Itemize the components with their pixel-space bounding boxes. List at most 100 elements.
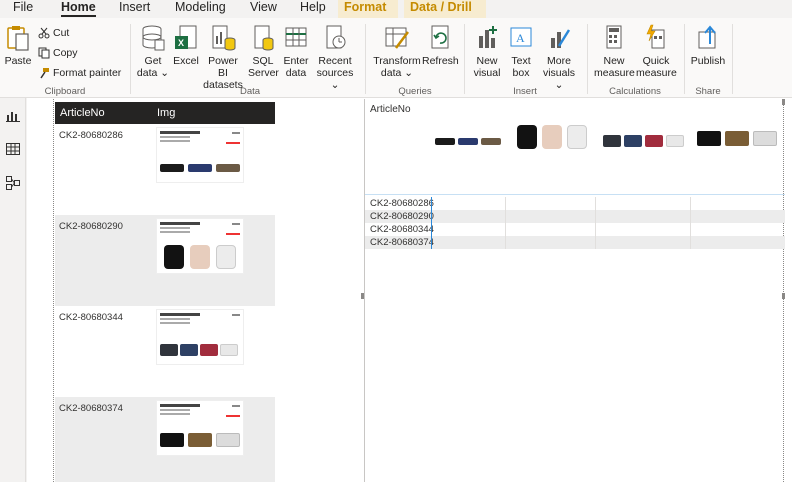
- tab-insert[interactable]: Insert: [119, 0, 150, 18]
- refresh-button[interactable]: Refresh: [422, 24, 459, 67]
- tab-home[interactable]: Home: [61, 0, 96, 18]
- resize-handle[interactable]: [782, 99, 785, 105]
- cut-label: Cut: [53, 27, 70, 39]
- publish-icon: [698, 25, 716, 49]
- column-header-img[interactable]: Img: [157, 102, 175, 124]
- paste-icon: [7, 26, 29, 51]
- new-measure-label-1: New: [603, 55, 625, 67]
- product-image: [156, 218, 244, 274]
- paste-button[interactable]: Paste: [4, 24, 32, 67]
- text-box-label-2: box: [512, 67, 530, 79]
- recent-label-2: sources ⌄: [316, 67, 354, 91]
- tab-file[interactable]: File: [13, 0, 33, 18]
- get-data-label-2: data ⌄: [136, 67, 170, 79]
- group-label-queries: Queries: [398, 86, 432, 97]
- table-row[interactable]: CK2-80680374: [55, 397, 275, 482]
- group-label-calculations: Calculations: [609, 86, 661, 97]
- text-box-button[interactable]: A Text box: [506, 24, 536, 79]
- matrix-visual[interactable]: ArticleNo CK2-80680286 CK2-80680290 CK2-…: [364, 99, 785, 482]
- paste-label: Paste: [4, 55, 32, 67]
- enter-data-button[interactable]: Enter data: [282, 24, 310, 79]
- chart-pencil-icon: [551, 29, 571, 48]
- product-image: [601, 101, 687, 155]
- quick-measure-button[interactable]: Quick measure: [636, 24, 677, 79]
- publish-button[interactable]: Publish: [690, 24, 726, 67]
- model-view-icon[interactable]: [6, 176, 20, 190]
- calculator-icon: [606, 25, 622, 49]
- product-image: [156, 400, 244, 456]
- refresh-label: Refresh: [422, 55, 459, 67]
- more-visuals-label-1: More: [547, 55, 571, 67]
- tab-data-drill[interactable]: Data / Drill: [404, 0, 486, 18]
- table-header: ArticleNo Img: [55, 102, 275, 124]
- product-image: [433, 101, 505, 155]
- matrix-row-header[interactable]: ArticleNo: [370, 104, 411, 115]
- report-view-icon[interactable]: [6, 110, 20, 122]
- matrix-row[interactable]: CK2-80680286: [365, 197, 785, 210]
- excel-label: Excel: [173, 55, 199, 67]
- dataset-icon: [212, 25, 236, 51]
- table-row[interactable]: CK2-80680290: [55, 215, 275, 306]
- more-visuals-button[interactable]: More visuals ⌄: [538, 24, 580, 91]
- data-view-icon[interactable]: [6, 143, 20, 155]
- excel-button[interactable]: X Excel: [172, 24, 200, 67]
- get-data-label-1: Get: [144, 55, 162, 67]
- copy-label: Copy: [53, 47, 78, 59]
- new-measure-button[interactable]: New measure: [594, 24, 635, 79]
- resize-handle[interactable]: [782, 293, 785, 299]
- lightning-calculator-icon: [646, 24, 665, 49]
- sql-server-icon: [254, 25, 274, 51]
- tab-help[interactable]: Help: [300, 0, 326, 18]
- enter-label-2: data: [285, 67, 307, 79]
- ribbon-separator: [684, 24, 685, 94]
- transform-label-1: Transform: [373, 55, 421, 67]
- new-visual-label-1: New: [476, 55, 498, 67]
- table-row[interactable]: CK2-80680344: [55, 306, 275, 397]
- table-visual[interactable]: ArticleNo Img CK2-80680286 CK2-80680290 …: [55, 102, 275, 482]
- refresh-icon: [431, 25, 449, 49]
- product-image: [695, 101, 781, 155]
- cut-button[interactable]: Cut: [38, 24, 69, 42]
- svg-text:X: X: [178, 38, 184, 48]
- ribbon-separator: [732, 24, 733, 94]
- ribbon: Paste Cut Copy Format painter Clipboard …: [0, 18, 792, 98]
- ribbon-separator: [130, 24, 131, 94]
- sql-label-1: SQL: [252, 55, 274, 67]
- matrix-row[interactable]: CK2-80680374: [365, 236, 785, 249]
- tab-modeling[interactable]: Modeling: [175, 0, 226, 18]
- sql-server-button[interactable]: SQL Server: [248, 24, 279, 79]
- scissors-icon: [38, 27, 50, 39]
- transform-icon: [385, 27, 409, 49]
- column-header-articleno[interactable]: ArticleNo: [60, 102, 105, 124]
- text-box-icon: A: [510, 27, 532, 47]
- format-painter-button[interactable]: Format painter: [38, 64, 121, 82]
- group-label-data: Data: [239, 86, 261, 97]
- tab-format[interactable]: Format: [338, 0, 398, 18]
- recent-sources-button[interactable]: Recent sources ⌄: [312, 24, 358, 91]
- new-visual-label-2: visual: [473, 67, 501, 79]
- table-row[interactable]: CK2-80680286: [55, 124, 275, 215]
- group-label-share: Share: [695, 86, 721, 97]
- get-data-button[interactable]: Get data ⌄: [136, 24, 170, 79]
- transform-data-button[interactable]: Transform data ⌄: [372, 24, 422, 79]
- matrix-row[interactable]: CK2-80680344: [365, 223, 785, 236]
- view-switcher-rail: [0, 98, 26, 482]
- article-number: CK2-80680286: [59, 130, 123, 141]
- powerbi-datasets-button[interactable]: Power BI datasets: [202, 24, 244, 91]
- pbi-label-1: Power BI: [208, 55, 238, 79]
- recent-label-1: Recent: [318, 55, 352, 67]
- group-label-clipboard: Clipboard: [44, 86, 86, 97]
- matrix-row[interactable]: CK2-80680290: [365, 210, 785, 223]
- excel-icon: X: [175, 25, 197, 49]
- new-visual-button[interactable]: New visual: [470, 24, 504, 79]
- copy-button[interactable]: Copy: [38, 44, 78, 62]
- resize-handle[interactable]: [361, 293, 364, 299]
- sql-label-2: Server: [248, 67, 279, 79]
- new-measure-label-2: measure: [594, 67, 635, 79]
- article-number: CK2-80680374: [59, 403, 123, 414]
- product-image: [513, 101, 593, 155]
- bar-chart-plus-icon: [479, 26, 497, 48]
- tab-view[interactable]: View: [250, 0, 277, 18]
- database-icon: [142, 25, 165, 51]
- publish-label: Publish: [690, 55, 726, 67]
